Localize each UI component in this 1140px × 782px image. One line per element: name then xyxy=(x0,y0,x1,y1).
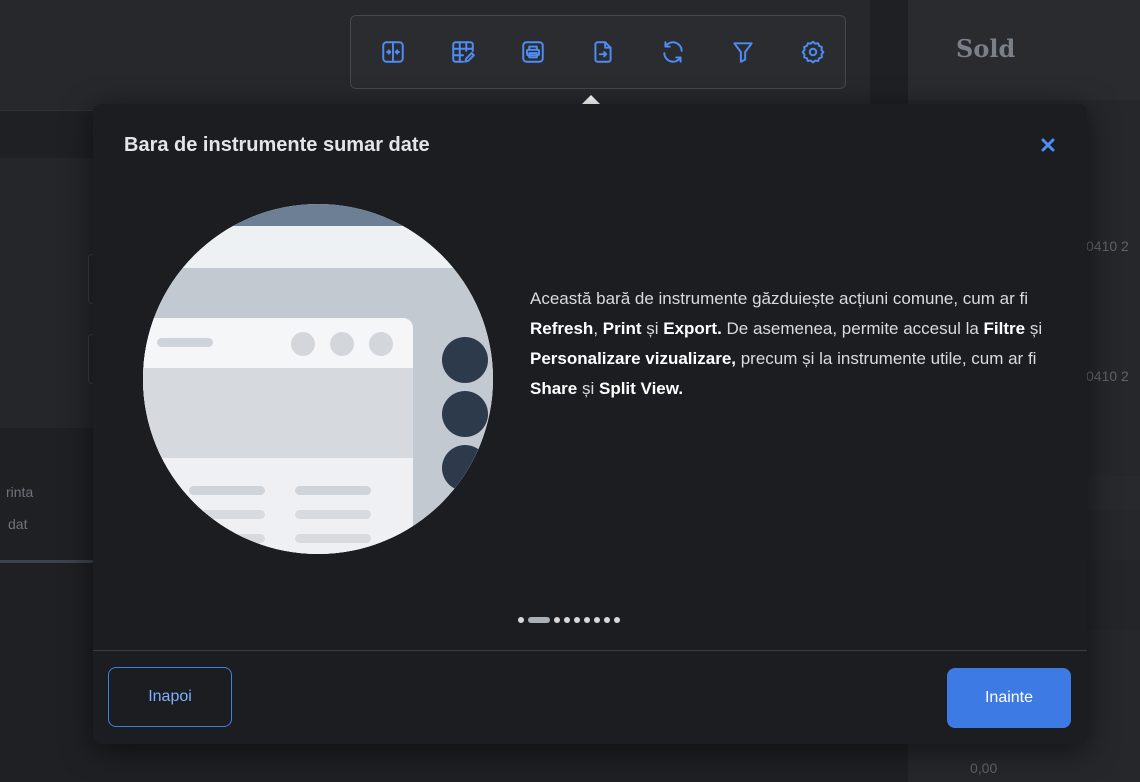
description-text: și xyxy=(1025,319,1043,338)
next-button[interactable]: Inainte xyxy=(947,668,1071,728)
highlight-split-view: Split View. xyxy=(598,379,684,398)
pagination-dot[interactable] xyxy=(554,617,560,623)
toolbar-illustration xyxy=(143,204,493,554)
toolbar-onboarding-dialog: Bara de instrumente sumar date Această b… xyxy=(93,104,1087,744)
customize-view-icon xyxy=(452,41,475,63)
description-text: , xyxy=(593,319,603,338)
highlight-share: Share xyxy=(530,379,578,398)
background-card xyxy=(0,158,94,428)
highlight-refresh: Refresh xyxy=(530,319,594,338)
description-text: precum și la instrumente utile, cum ar f… xyxy=(736,349,1037,368)
split-view-button[interactable] xyxy=(375,34,411,70)
right-panel-row-value: 0410 2 xyxy=(1086,238,1129,254)
description-text: Această bară de instrumente găzduiește a… xyxy=(530,289,1028,308)
illustration-graphic xyxy=(143,204,493,554)
back-button[interactable]: Inapoi xyxy=(108,667,232,727)
customize-view-button[interactable] xyxy=(445,34,481,70)
pagination-dot[interactable] xyxy=(614,617,620,623)
filter-button[interactable] xyxy=(725,34,761,70)
settings-button[interactable] xyxy=(795,34,831,70)
dialog-title: Bara de instrumente sumar date xyxy=(124,134,430,156)
pagination-dot[interactable] xyxy=(574,617,580,623)
highlight-filters: Filtre xyxy=(983,319,1026,338)
tooltip-pointer xyxy=(582,95,600,104)
export-button[interactable] xyxy=(585,34,621,70)
settings-icon xyxy=(801,40,825,64)
refresh-icon xyxy=(663,41,683,63)
highlight-export: Export. xyxy=(663,319,722,338)
right-panel-header xyxy=(908,0,1140,100)
refresh-button[interactable] xyxy=(655,34,691,70)
close-button[interactable] xyxy=(1037,134,1059,156)
split-view-icon xyxy=(382,41,404,63)
pagination-dot[interactable] xyxy=(584,617,590,623)
right-panel-title: Sold xyxy=(956,34,1016,63)
right-panel-value: 0,00 xyxy=(970,760,998,776)
pagination-dot[interactable] xyxy=(564,617,570,623)
data-summary-toolbar xyxy=(350,15,846,89)
pagination-dots xyxy=(518,616,620,624)
description-text: și xyxy=(577,379,599,398)
print-icon xyxy=(522,41,544,63)
description-text: și xyxy=(641,319,664,338)
close-icon xyxy=(1041,138,1055,152)
description-text: De asemenea, permite accesul la xyxy=(721,319,984,338)
pagination-dot[interactable] xyxy=(604,617,610,623)
dialog-description: Această bară de instrumente găzduiește a… xyxy=(530,284,1050,404)
dialog-footer-divider xyxy=(93,650,1087,651)
pagination-dot[interactable] xyxy=(594,617,600,623)
highlight-print: Print xyxy=(602,319,642,338)
right-panel-row-value: 0410 2 xyxy=(1086,368,1129,384)
background-lower-area xyxy=(0,563,94,782)
print-button[interactable] xyxy=(515,34,551,70)
background-label: dat xyxy=(8,516,28,532)
highlight-customize-view: Personalizare vizualizare, xyxy=(530,349,736,368)
filter-icon xyxy=(733,42,753,63)
pagination-dot-active[interactable] xyxy=(528,617,550,623)
export-icon xyxy=(594,41,612,63)
pagination-dot[interactable] xyxy=(518,617,524,623)
background-label: rinta xyxy=(6,484,34,500)
